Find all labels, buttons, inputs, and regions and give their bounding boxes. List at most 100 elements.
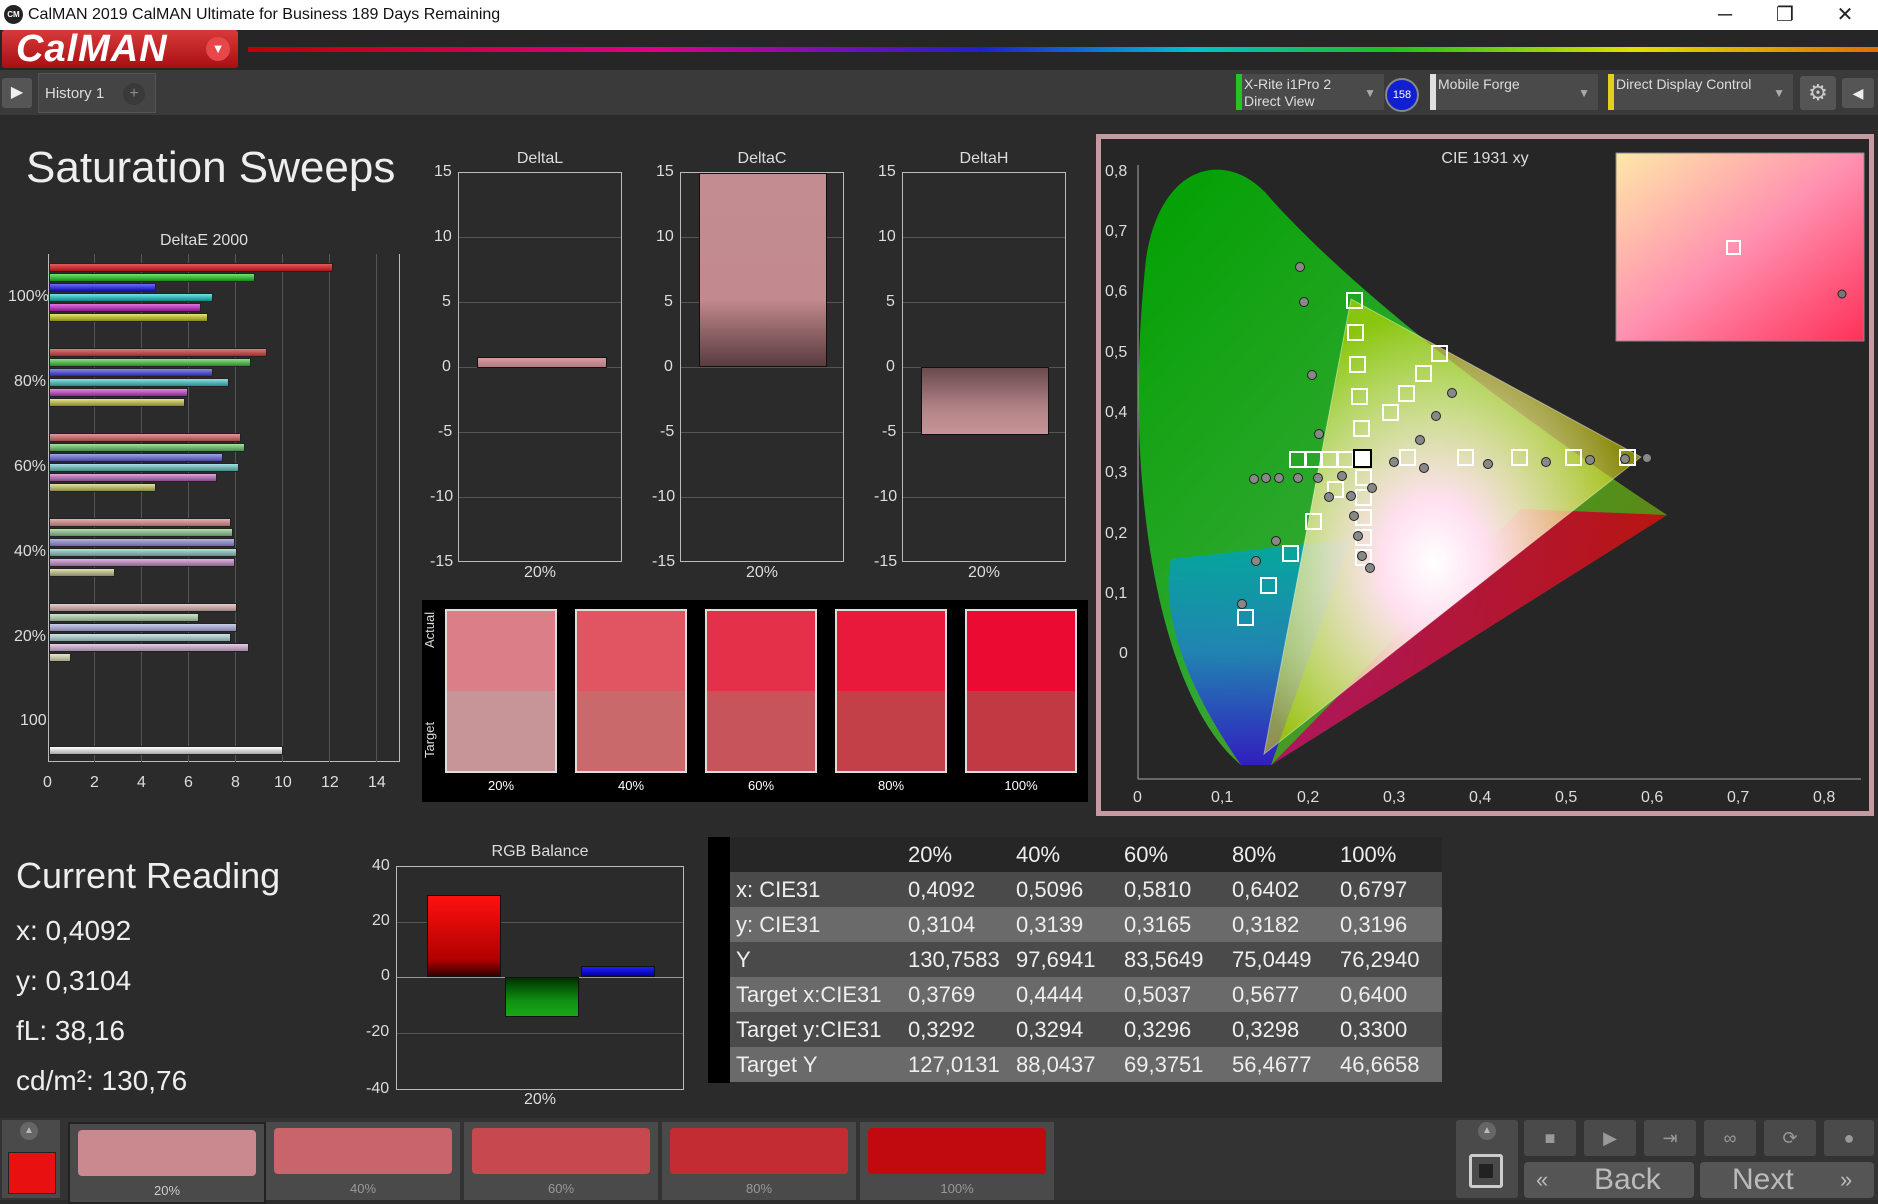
table-cell: 0,6797 — [1340, 876, 1408, 902]
table-header-row: 20% 40% 60% 80% 100% — [730, 837, 1442, 872]
deltac-tick: 0 — [664, 358, 673, 375]
patch-tile-20[interactable]: 20% — [68, 1122, 266, 1204]
patch-color — [274, 1128, 452, 1174]
patch-tile-80[interactable]: 80% — [662, 1122, 856, 1200]
measured-point — [1237, 599, 1247, 609]
cie-xtick: 0,6 — [1641, 789, 1664, 806]
reading-fl: fL: 38,16 — [16, 1015, 125, 1046]
patch-tile-40[interactable]: 40% — [266, 1122, 460, 1200]
swatch-80 — [835, 609, 947, 773]
table-row-header-bar — [708, 837, 730, 1083]
measurement-panel-toggle: ▲ — [1456, 1120, 1518, 1198]
deltah-tick: 5 — [886, 293, 895, 310]
table-cell: 0,3196 — [1340, 911, 1408, 937]
patch-tile-60[interactable]: 60% — [464, 1122, 658, 1200]
table-cell: 0,6400 — [1340, 981, 1408, 1007]
refresh-icon[interactable]: ⟳ — [1764, 1120, 1816, 1156]
deltae-label: 100% — [8, 288, 49, 305]
restore-button[interactable]: ❐ — [1756, 0, 1814, 30]
measured-point — [1251, 556, 1261, 566]
table-cell: 0,5037 — [1124, 981, 1192, 1007]
measured-point — [1419, 463, 1429, 473]
tab-bar: ▶ History 1 + X-Rite i1Pro 2 Direct View… — [0, 70, 1878, 115]
table-cell: y: CIE31 — [736, 911, 821, 937]
deltae-tick: 12 — [321, 774, 339, 791]
table-row: Target Y 127,0131 88,0437 69,3751 56,467… — [730, 1047, 1442, 1082]
deltae-bar — [49, 528, 233, 537]
patch-tile-100[interactable]: 100% — [860, 1122, 1054, 1200]
table-cell: 0,3139 — [1016, 911, 1084, 937]
meter-badge[interactable]: 158 — [1385, 78, 1419, 112]
app-icon: CM — [4, 5, 23, 24]
deltae-tick: 10 — [274, 774, 292, 791]
stop-button[interactable]: ■ — [1524, 1120, 1576, 1156]
deltal-tick: -15 — [430, 553, 454, 570]
deltac-xlabel: 20% — [745, 564, 779, 581]
chevron-up-icon[interactable]: ▲ — [1478, 1122, 1496, 1140]
chevron-up-icon[interactable]: ▲ — [20, 1122, 38, 1140]
source-selector[interactable]: Mobile Forge ▼ — [1430, 74, 1598, 110]
measured-point — [1271, 536, 1281, 546]
table-header: 100% — [1340, 841, 1397, 867]
page-title: Saturation Sweeps — [26, 143, 396, 192]
stop-icon[interactable] — [1469, 1154, 1503, 1188]
display-selector[interactable]: Direct Display Control ▼ — [1608, 74, 1793, 110]
table-cell: Target Y — [736, 1051, 818, 1077]
table-cell: 0,3296 — [1124, 1016, 1192, 1042]
rgb-tick: -40 — [366, 1080, 390, 1097]
deltal-tick: -10 — [430, 488, 454, 505]
back-button[interactable]: « Back — [1524, 1162, 1694, 1198]
target-marker — [1346, 292, 1363, 309]
deltal-tick: 10 — [434, 228, 452, 245]
minimize-button[interactable]: ─ — [1696, 0, 1754, 30]
deltae-bar — [49, 623, 237, 632]
rainbow-stripe — [248, 47, 1878, 52]
gear-icon[interactable]: ⚙ — [1800, 76, 1836, 110]
target-marker — [1305, 513, 1322, 530]
current-color-tile: ▲ — [2, 1120, 60, 1198]
window-titlebar: CM CalMAN 2019 CalMAN Ultimate for Busin… — [0, 0, 1878, 30]
measured-point — [1274, 473, 1284, 483]
close-button[interactable]: ✕ — [1816, 0, 1874, 30]
patch-label: 60% — [547, 1181, 575, 1196]
chevron-left-icon: « — [1536, 1167, 1549, 1192]
table-cell: 130,7583 — [908, 946, 1000, 972]
cie-xtick: 0,1 — [1211, 789, 1234, 806]
tab-history[interactable]: History 1 + — [38, 73, 156, 113]
deltae-bar — [49, 358, 251, 367]
table-cell: 76,2940 — [1340, 946, 1420, 972]
deltae-bar — [49, 633, 231, 642]
play-workflow-icon[interactable]: ▶ — [2, 78, 32, 108]
target-marker — [1305, 451, 1322, 468]
table-cell: x: CIE31 — [736, 876, 821, 902]
table-cell: Target y:CIE31 — [736, 1016, 882, 1042]
cie-panel[interactable]: CIE 1931 xy 0,8 0,7 0,6 0,5 0,4 0,3 0,2 … — [1096, 134, 1874, 816]
cie-xtick: 0,4 — [1469, 789, 1492, 806]
table-header: 20% — [908, 841, 953, 867]
patch-color — [868, 1128, 1046, 1174]
step-button[interactable]: ⇥ — [1644, 1120, 1696, 1156]
cie-ytick: 0,3 — [1105, 464, 1128, 481]
collapse-panel-icon[interactable]: ◀ — [1842, 78, 1874, 108]
deltae-bar — [49, 746, 283, 755]
meter-selector[interactable]: X-Rite i1Pro 2 Direct View ▼ — [1236, 74, 1384, 110]
cie-xtick: 0,2 — [1297, 789, 1320, 806]
chevron-right-icon: » — [1840, 1167, 1853, 1192]
deltac-chart — [680, 172, 844, 562]
record-icon[interactable]: ● — [1824, 1120, 1874, 1156]
chevron-down-icon: ▼ — [1364, 86, 1376, 100]
deltac-tick: -5 — [660, 423, 675, 440]
swatch-label: 100% — [1004, 778, 1038, 793]
add-tab-button[interactable]: + — [123, 83, 145, 105]
calman-logo-menu[interactable]: CalMAN ▼ — [2, 28, 238, 70]
continuous-icon[interactable]: ∞ — [1704, 1120, 1756, 1156]
play-button[interactable]: ▶ — [1584, 1120, 1636, 1156]
deltah-xlabel: 20% — [967, 564, 1001, 581]
deltae-bar — [49, 463, 239, 472]
deltae-bar — [49, 303, 201, 312]
deltah-chart — [902, 172, 1066, 562]
measured-point — [1367, 483, 1377, 493]
swatch-label: 80% — [877, 778, 905, 793]
deltae-bar — [49, 293, 213, 302]
next-button[interactable]: Next » — [1700, 1162, 1874, 1198]
